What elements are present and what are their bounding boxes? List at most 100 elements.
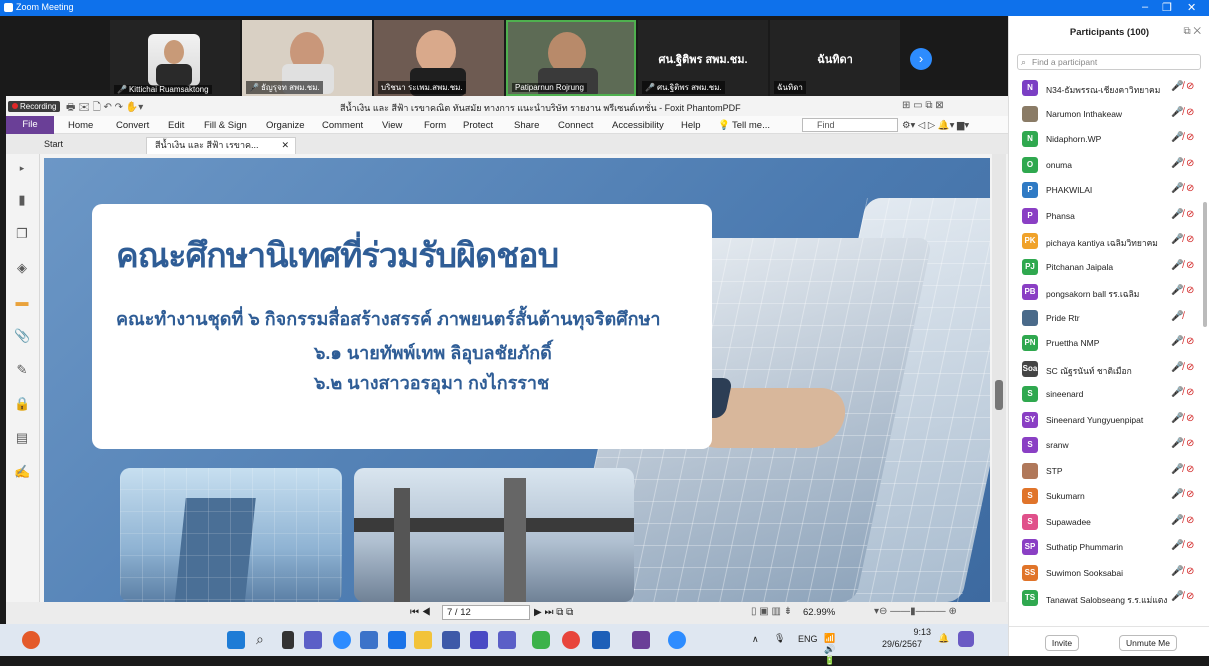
network-volume-battery-icons[interactable]: 📶 🔊 🔋 [824,633,835,666]
vertical-scrollbar[interactable] [992,154,1006,604]
zoom-icon[interactable] [668,631,686,649]
signatures-icon[interactable]: ✎ [14,362,30,378]
pdf-page-slide[interactable]: คณะศึกษานิเทศที่ร่วมรับผิดชอบ คณะทำงานชุ… [44,158,990,602]
video-tile[interactable]: 🎤 Kittichai Ruamsaktong [110,20,240,96]
participant-row[interactable]: S Supawadee 🎤̸ ⊘ [1009,510,1205,536]
participant-row[interactable]: Narumon Inthakeaw 🎤̸ ⊘ [1009,102,1205,128]
close-tab-icon[interactable]: ✕ [281,138,289,153]
microphone-icon[interactable]: 🎙 [774,633,785,644]
edge-icon[interactable] [333,631,351,649]
panel-popout-close-icons[interactable]: ⧉ ✕ [1183,26,1201,37]
participant-row[interactable]: SS Suwimon Sooksabai 🎤̸ ⊘ [1009,561,1205,587]
menu-comment[interactable]: Comment [322,120,363,131]
participant-row[interactable]: PB pongsakorn ball รร.เฉลิม 🎤̸ ⊘ [1009,280,1205,306]
pages-icon[interactable]: ❐ [14,226,30,242]
page-number-input[interactable]: 7 / 12 [442,605,530,620]
teams-icon[interactable] [304,631,322,649]
participant-row[interactable]: P Phansa 🎤̸ ⊘ [1009,204,1205,230]
zoom-level[interactable]: 62.99% [803,607,835,618]
participant-row[interactable]: Ssineenard 🎤̸ ⊘ [1009,382,1205,408]
toolbar-extra-icons[interactable]: ⚙▾ ◁ ▷ 🔔▾ ▆▾ [902,120,969,131]
invite-button[interactable]: Invite [1045,635,1079,651]
participant-row[interactable]: P PHAKWILAI 🎤̸ ⊘ [1009,178,1205,204]
menu-accessibility[interactable]: Accessibility [612,120,664,131]
bookmark-icon[interactable]: ▮ [14,192,30,208]
app-icon[interactable] [498,631,516,649]
menu-form[interactable]: Form [424,120,446,131]
menu-fill-sign[interactable]: Fill & Sign [204,120,247,131]
participant-row[interactable]: STP 🎤̸ ⊘ [1009,459,1205,485]
line-icon[interactable] [532,631,550,649]
window-controls[interactable]: ⊞ ▭ ⧉ ⊠ [902,100,944,111]
file-explorer-icon[interactable] [414,631,432,649]
find-input[interactable]: Find [802,118,898,132]
video-tile[interactable]: ฉันทิดา ฉันทิดา [770,20,900,96]
copilot-icon[interactable] [958,631,974,647]
app-icon[interactable] [442,631,460,649]
clock-date[interactable]: 29/6/2567 [882,639,922,649]
language-indicator[interactable]: ENG [798,634,818,644]
unmute-me-button[interactable]: Unmute Me [1119,635,1177,651]
sign-tool-icon[interactable]: ✍ [14,464,30,480]
fields-icon[interactable]: ▤ [14,430,30,446]
participant-row[interactable]: Pride Rtr 🎤̸ [1009,306,1205,332]
video-tile[interactable]: ศน.ฐิติพร สพม.ชม. 🎤 ศน.ฐิติพร สพม.ชม. [638,20,768,96]
participant-row[interactable]: N Nidaphorn.WP 🎤̸ ⊘ [1009,127,1205,153]
menu-view[interactable]: View [382,120,402,131]
menu-organize[interactable]: Organize [266,120,305,131]
participant-row[interactable]: Soa SC ณัฐรนันท์ ชาติเมือก 🎤̸ ⊘ [1009,357,1205,383]
menu-file[interactable]: File [6,116,54,134]
participant-row[interactable]: SY Sineenard Yungyuenpipat 🎤̸ ⊘ [1009,408,1205,434]
first-prev-page-icons[interactable]: ⏮ ◀ [410,607,431,618]
participant-row[interactable]: PN Pruettha NMP 🎤̸ ⊘ [1009,331,1205,357]
notification-badge-icon[interactable] [22,631,40,649]
tab-start[interactable]: Start [36,137,71,154]
participant-row[interactable]: S Sukumarn 🎤̸ ⊘ [1009,484,1205,510]
chrome-icon[interactable] [562,631,580,649]
attachments-icon[interactable]: 📎 [14,328,30,344]
participant-row[interactable]: Ssranw 🎤̸ ⊘ [1009,433,1205,459]
notifications-bell-icon[interactable]: 🔔 [938,633,949,644]
find-participant-input[interactable]: ⌕ Find a participant [1017,54,1201,70]
search-icon[interactable]: ⌕ [256,631,274,649]
layers-icon[interactable]: ◈ [14,260,30,276]
word-icon[interactable] [592,631,610,649]
video-tile-active-speaker[interactable]: Patiparnun Rojrung [506,20,636,96]
menu-edit[interactable]: Edit [168,120,184,131]
menu-convert[interactable]: Convert [116,120,149,131]
minimize-icon[interactable]: – [1142,1,1148,13]
close-icon[interactable]: ✕ [1187,1,1196,14]
start-icon[interactable] [227,631,245,649]
recording-indicator[interactable]: Recording [8,101,61,112]
clock-time[interactable]: 9:13 [895,627,931,637]
participant-row[interactable]: SP Suthatip Phummarin 🎤̸ ⊘ [1009,535,1205,561]
security-lock-icon[interactable]: 🔒 [14,396,30,412]
video-tile[interactable]: 🎤 ธัญรุจท สพม.ชม. [242,20,372,96]
participant-row[interactable]: PJ Pitchanan Jaipala 🎤̸ ⊘ [1009,255,1205,281]
next-last-page-icons[interactable]: ▶ ⏭ ⧉ ⧉ [534,607,573,618]
menu-share[interactable]: Share [514,120,539,131]
comments-icon[interactable]: ▬ [14,294,30,310]
participant-row[interactable]: Oonuma 🎤̸ ⊘ [1009,153,1205,179]
zoom-slider[interactable]: ▾⊖ ——▮——— ⊕ [874,606,957,617]
tab-document[interactable]: สีน้ำเงิน และ สีฟ้า เรขาค... ✕ [146,137,296,154]
participant-row[interactable]: PK pichaya kantiya เฉลิมวิทยาคม 🎤̸ ⊘ [1009,229,1205,255]
menu-home[interactable]: Home [68,120,93,131]
store-icon[interactable] [360,631,378,649]
mail-icon[interactable] [388,631,406,649]
view-mode-icons[interactable]: ▯ ▣ ▥ ⇟ [751,606,792,617]
menu-connect[interactable]: Connect [558,120,593,131]
tell-me[interactable]: Tell me... [732,120,770,131]
next-page-arrow-icon[interactable]: › [910,48,932,70]
foxit-icon[interactable] [632,631,650,649]
maximize-icon[interactable]: ❐ [1162,1,1172,14]
menu-protect[interactable]: Protect [463,120,493,131]
participant-row[interactable]: TS Tanawat Salobseang ร.ร.แม่แตง 🎤̸ ⊘ [1009,586,1205,612]
video-tile[interactable]: บริชนา ระเพม.สพม.ชม. [374,20,504,96]
participant-row[interactable]: N N34-ธัมพรรณ-เชียงคาวิทยาคม 🎤̸ ⊘ [1009,76,1205,102]
app-icon[interactable] [470,631,488,649]
task-view-icon[interactable] [282,631,294,649]
participant-list-scrollbar[interactable] [1203,202,1207,327]
menu-help[interactable]: Help [681,120,701,131]
expand-panel-icon[interactable]: ▸ [14,160,30,176]
